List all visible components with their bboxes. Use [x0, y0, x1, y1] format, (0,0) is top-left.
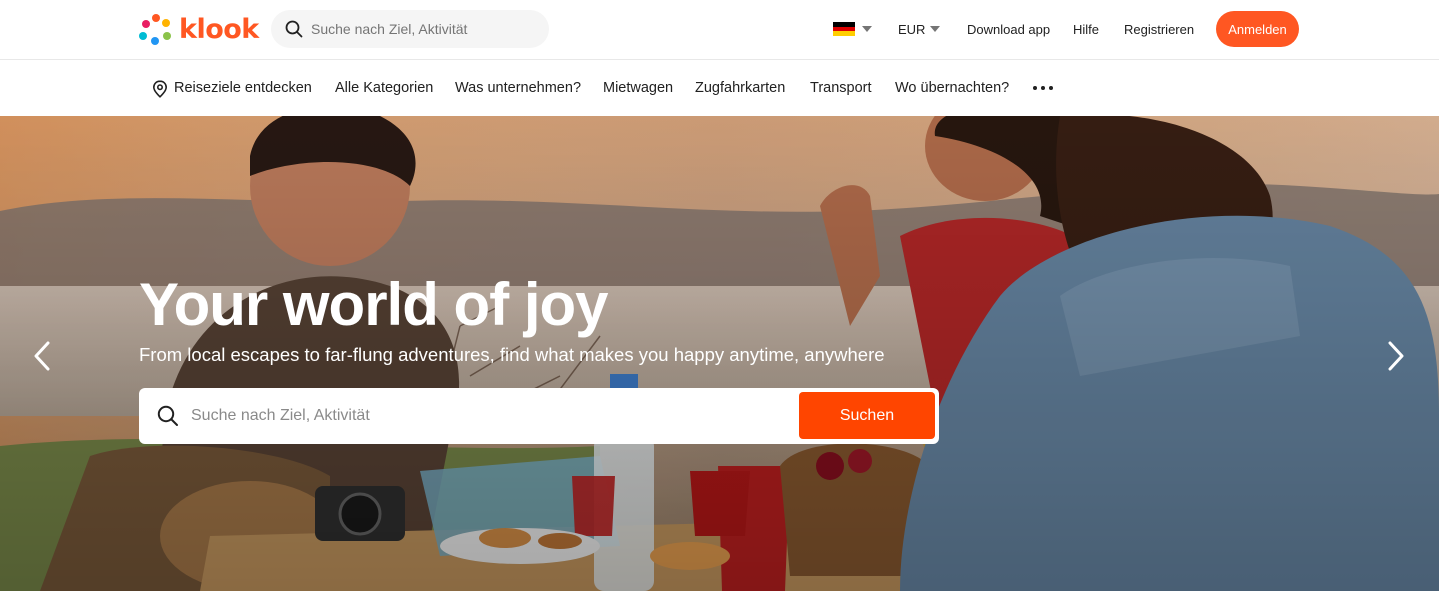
register-link[interactable]: Registrieren [1124, 22, 1194, 38]
nav-item-hotels[interactable]: Wo übernachten? [895, 80, 1009, 97]
location-pin-icon [152, 80, 168, 98]
help-link[interactable]: Hilfe [1073, 22, 1099, 38]
nav-item-train-tickets[interactable]: Zugfahrkarten [695, 80, 785, 97]
more-dots-icon[interactable] [1033, 86, 1053, 90]
chevron-right-icon[interactable] [1384, 341, 1408, 371]
header-search[interactable] [271, 10, 549, 48]
hero-search-bar[interactable]: Suche n [139, 388, 939, 444]
logo-text: klook [179, 14, 259, 45]
search-button[interactable]: Suchen [799, 392, 935, 439]
currency-selector[interactable]: EUR [898, 22, 925, 38]
download-app-link[interactable]: Download app [967, 22, 1050, 38]
search-icon [157, 405, 178, 426]
hero-subtitle: From local escapes to far-flung adventur… [139, 344, 885, 365]
category-nav: Reiseziele entdecken Alle Kategorien Was… [0, 60, 1439, 116]
header-search-input[interactable] [311, 21, 531, 37]
nav-item-all-categories[interactable]: Alle Kategorien [335, 80, 433, 97]
nav-item-transport[interactable]: Transport [810, 80, 872, 97]
login-button[interactable]: Anmelden [1216, 11, 1299, 47]
hero-title: Your world of joy [139, 271, 609, 338]
nav-item-destinations[interactable]: Reiseziele entdecken [174, 80, 312, 97]
search-icon [285, 20, 303, 38]
germany-flag-icon[interactable] [833, 22, 855, 37]
nav-item-car-rental[interactable]: Mietwagen [603, 80, 673, 97]
hero-banner: Your world of joy From local escapes to … [0, 116, 1439, 591]
nav-item-things-to-do[interactable]: Was unternehmen? [455, 80, 581, 97]
klook-logo[interactable]: klook [138, 12, 259, 48]
hero-search-input[interactable] [191, 407, 771, 425]
chevron-left-icon[interactable] [30, 341, 54, 371]
chevron-down-icon[interactable] [862, 26, 872, 32]
klook-logo-icon [139, 14, 171, 45]
top-header: klook EUR Download app Hilfe Registriere… [0, 0, 1439, 60]
chevron-down-icon[interactable] [930, 26, 940, 32]
